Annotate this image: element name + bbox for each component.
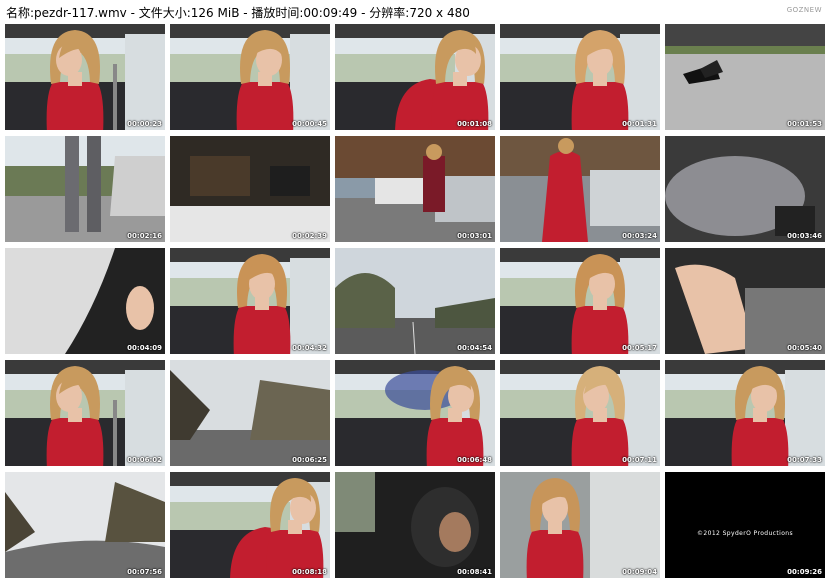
- thumbnail-timestamp: 00:06:48: [457, 456, 492, 464]
- video-thumbnail[interactable]: 00:04:32: [170, 248, 330, 354]
- video-thumbnail[interactable]: 00:01:31: [500, 24, 660, 130]
- thumbnail-timestamp: 00:01:31: [622, 120, 657, 128]
- thumbnail-timestamp: 00:05:17: [622, 344, 657, 352]
- thumbnail-timestamp: 00:06:02: [127, 456, 162, 464]
- video-thumbnail[interactable]: 00:00:45: [170, 24, 330, 130]
- thumbnail-timestamp: 00:00:23: [127, 120, 162, 128]
- thumbnail-frame-image: [335, 472, 495, 578]
- video-thumbnail[interactable]: ©2012 SpyderO Productions 00:09:26: [665, 472, 825, 578]
- thumbnail-timestamp: 00:03:01: [457, 232, 492, 240]
- thumbnail-frame-image: [665, 24, 825, 130]
- thumbnail-timestamp: 00:09:26: [787, 568, 822, 576]
- thumbnail-timestamp: 00:03:24: [622, 232, 657, 240]
- thumbnail-frame-image: [5, 136, 165, 242]
- thumbnail-timestamp: 00:03:46: [787, 232, 822, 240]
- video-thumbnail[interactable]: 00:08:41: [335, 472, 495, 578]
- video-thumbnail[interactable]: 00:01:08: [335, 24, 495, 130]
- thumbnail-frame-image: [170, 472, 330, 578]
- thumbnail-timestamp: 00:02:16: [127, 232, 162, 240]
- thumbnail-frame-image: [500, 248, 660, 354]
- thumbnail-timestamp: 00:06:25: [292, 456, 327, 464]
- thumbnail-frame-image: [5, 472, 165, 578]
- video-thumbnail[interactable]: 00:03:01: [335, 136, 495, 242]
- video-thumbnail[interactable]: 00:09:04: [500, 472, 660, 578]
- thumbnail-timestamp: 00:07:11: [622, 456, 657, 464]
- thumbnail-frame-image: [665, 360, 825, 466]
- video-thumbnail[interactable]: 00:02:39: [170, 136, 330, 242]
- thumbnail-frame-image: [665, 472, 825, 578]
- video-thumbnail[interactable]: 00:05:17: [500, 248, 660, 354]
- thumbnail-timestamp: 00:02:39: [292, 232, 327, 240]
- thumbnail-frame-image: [5, 24, 165, 130]
- thumbnail-frame-image: [170, 24, 330, 130]
- thumbnail-frame-image: [500, 472, 660, 578]
- thumbnail-frame-image: [335, 24, 495, 130]
- thumbnail-timestamp: 00:05:40: [787, 344, 822, 352]
- video-thumbnail[interactable]: 00:01:53: [665, 24, 825, 130]
- thumbnail-frame-image: [170, 360, 330, 466]
- video-thumbnail[interactable]: 00:07:33: [665, 360, 825, 466]
- video-thumbnail[interactable]: 00:03:46: [665, 136, 825, 242]
- thumbnail-frame-image: [170, 136, 330, 242]
- thumbnail-timestamp: 00:07:33: [787, 456, 822, 464]
- thumbnail-timestamp: 00:04:54: [457, 344, 492, 352]
- video-thumbnail[interactable]: 00:06:02: [5, 360, 165, 466]
- thumbnail-timestamp: 00:07:56: [127, 568, 162, 576]
- file-info-header: 名称:pezdr-117.wmv - 文件大小:126 MiB - 播放时间:0…: [6, 6, 470, 20]
- video-thumbnail[interactable]: 00:06:48: [335, 360, 495, 466]
- thumbnail-timestamp: 00:01:53: [787, 120, 822, 128]
- thumbnail-frame-image: [500, 360, 660, 466]
- thumbnail-timestamp: 00:04:09: [127, 344, 162, 352]
- thumbnail-frame-image: [5, 360, 165, 466]
- thumbnail-grid: 00:00:23 00:00:45 00:01:08 00:01:31 00:0…: [5, 24, 825, 580]
- thumbnail-frame-image: [335, 136, 495, 242]
- video-thumbnail[interactable]: 00:04:09: [5, 248, 165, 354]
- video-thumbnail[interactable]: 00:07:56: [5, 472, 165, 578]
- thumbnail-frame-image: [665, 136, 825, 242]
- video-thumbnail[interactable]: 00:02:16: [5, 136, 165, 242]
- video-thumbnail[interactable]: 00:04:54: [335, 248, 495, 354]
- thumbnail-frame-image: [335, 360, 495, 466]
- thumbnail-frame-image: [665, 248, 825, 354]
- thumbnail-frame-image: [170, 248, 330, 354]
- thumbnail-timestamp: 00:01:08: [457, 120, 492, 128]
- video-thumbnail[interactable]: 00:06:25: [170, 360, 330, 466]
- video-thumbnail[interactable]: 00:08:18: [170, 472, 330, 578]
- video-thumbnail[interactable]: 00:07:11: [500, 360, 660, 466]
- video-thumbnail[interactable]: 00:05:40: [665, 248, 825, 354]
- thumbnail-timestamp: 00:08:41: [457, 568, 492, 576]
- video-thumbnail[interactable]: 00:03:24: [500, 136, 660, 242]
- thumbnail-timestamp: 00:04:32: [292, 344, 327, 352]
- thumbnail-timestamp: 00:00:45: [292, 120, 327, 128]
- thumbnail-frame-image: [500, 24, 660, 130]
- video-thumbnail[interactable]: 00:00:23: [5, 24, 165, 130]
- thumbnail-timestamp: 00:08:18: [292, 568, 327, 576]
- thumbnail-frame-image: [5, 248, 165, 354]
- thumbnail-frame-image: [335, 248, 495, 354]
- brand-logo: GOZNEW: [786, 6, 822, 14]
- copyright-text: ©2012 SpyderO Productions: [697, 530, 793, 537]
- thumbnail-frame-image: [500, 136, 660, 242]
- thumbnail-timestamp: 00:09:04: [622, 568, 657, 576]
